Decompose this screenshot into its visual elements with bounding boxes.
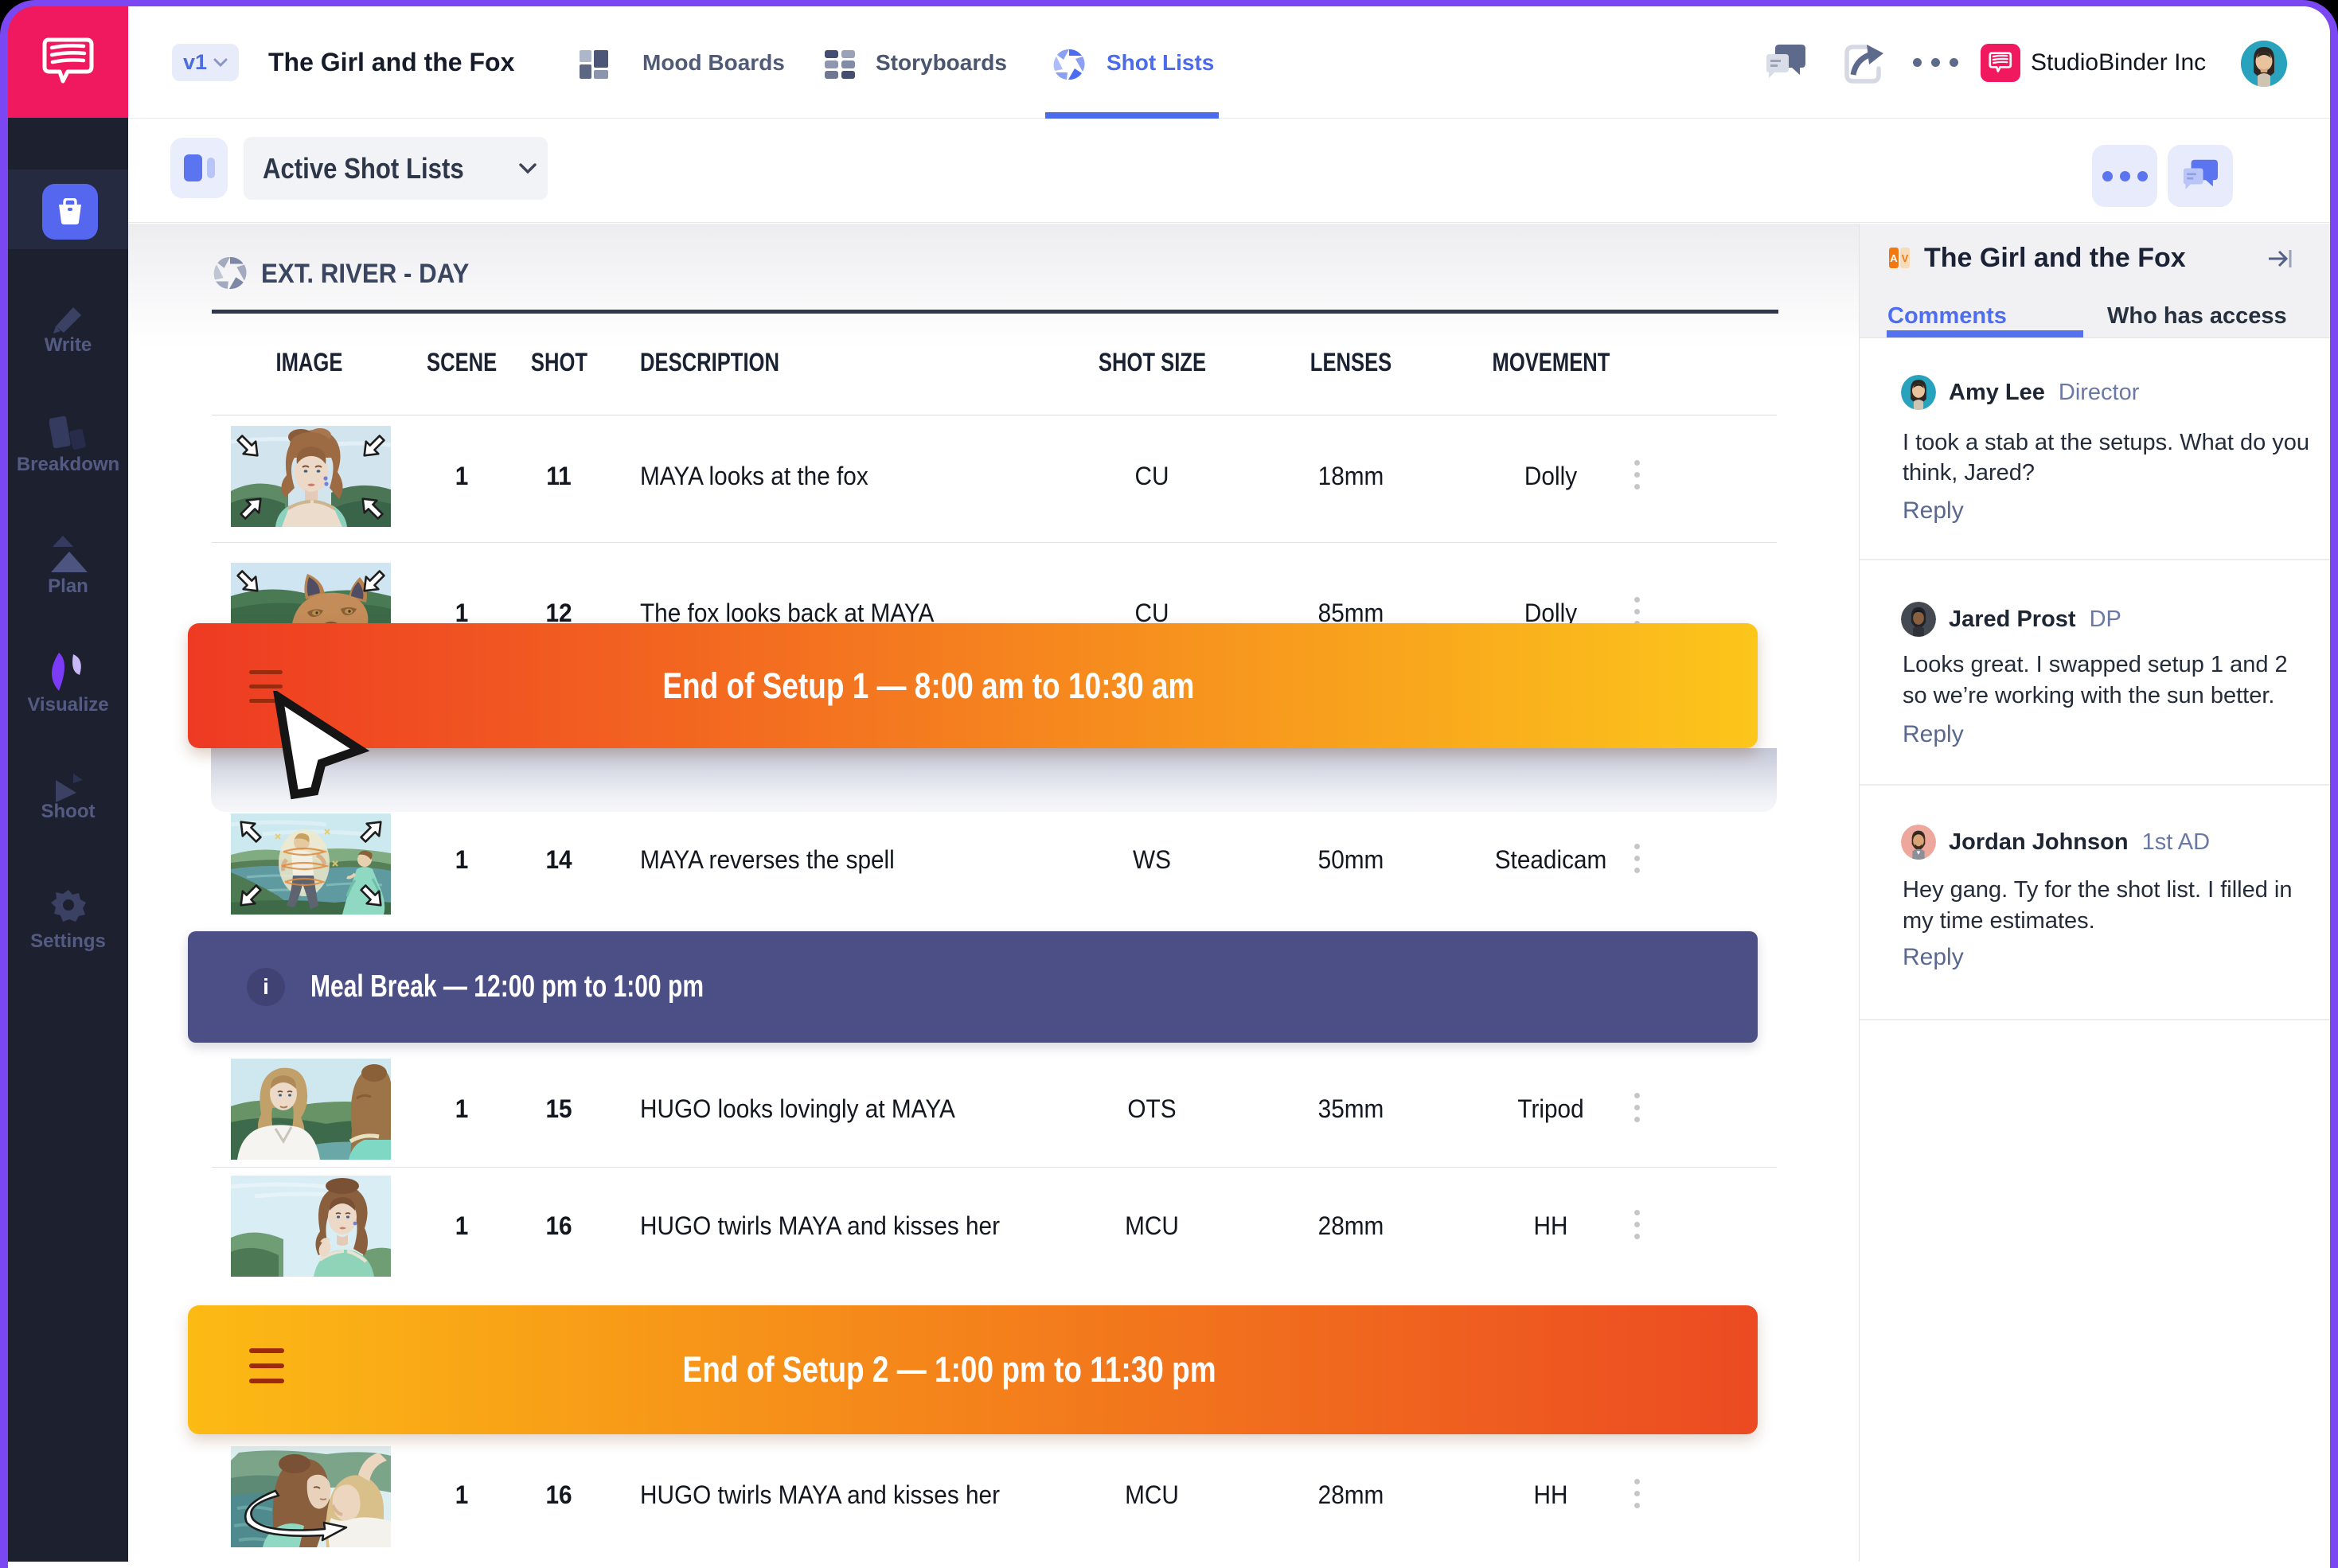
svg-text:A: A <box>1890 252 1898 264</box>
svg-text:V: V <box>1902 252 1909 264</box>
